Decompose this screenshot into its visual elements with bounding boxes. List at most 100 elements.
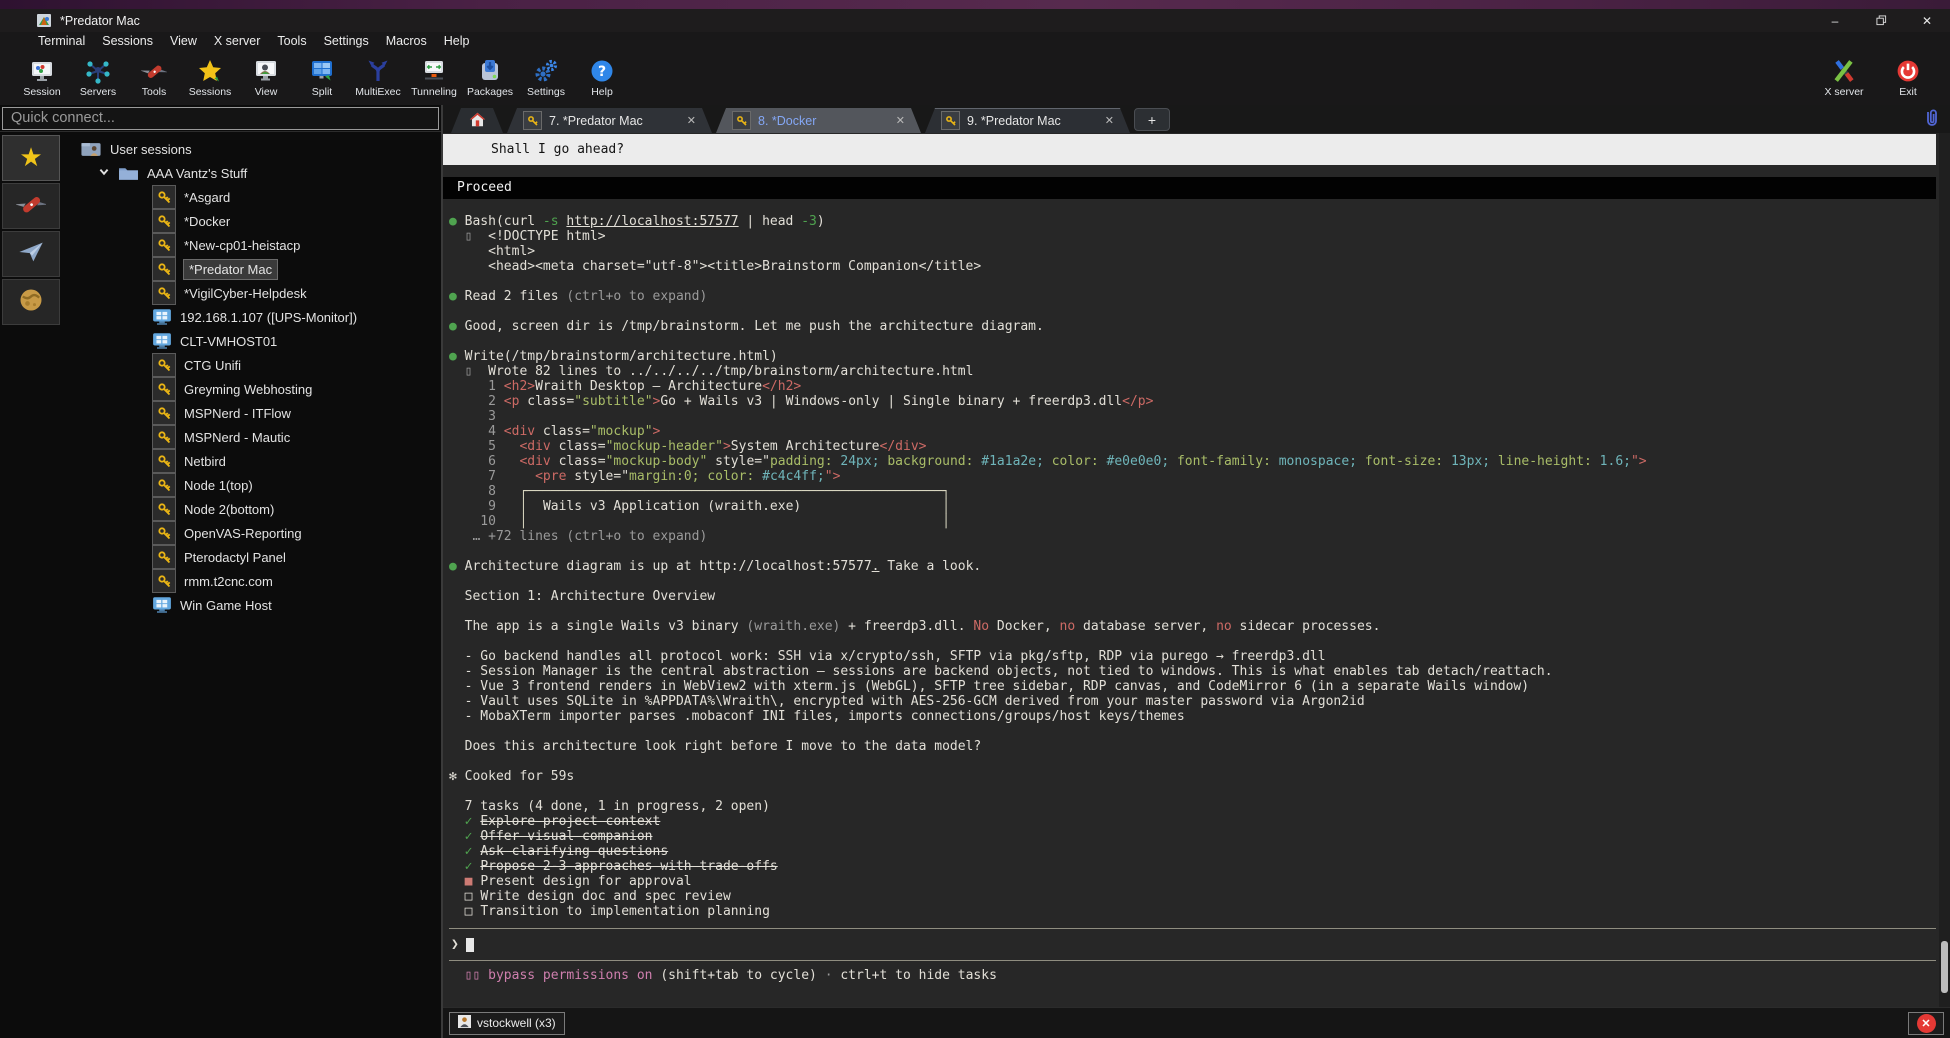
close-session-icon[interactable]: ✕ [1917,1014,1936,1033]
session-item[interactable]: Pterodactyl Panel [62,545,441,569]
session-item-label: OpenVAS-Reporting [184,526,302,541]
sidebar-rail-button[interactable] [2,183,60,229]
toolbar-button-label: Tunneling [411,86,457,98]
menu-item-macros[interactable]: Macros [386,34,427,48]
toolbar-button-x server[interactable]: X server [1816,58,1872,98]
toolbar-button-session[interactable]: Session [14,58,70,98]
toolbar-button-packages[interactable]: Packages [462,58,518,98]
close-icon[interactable]: ✕ [1105,114,1114,127]
minimize-button[interactable]: – [1812,9,1858,32]
terminal-line: 9 │ Wails v3 Application (wraith.exe) │ [449,499,1950,514]
menu-item-terminal[interactable]: Terminal [38,34,85,48]
sftp-plane-icon [17,238,45,271]
toolbar-button-view[interactable]: View [238,58,294,98]
session-item[interactable]: Node 2(bottom) [62,497,441,521]
close-icon[interactable]: ✕ [896,114,905,127]
terminal-tab[interactable]: 9. *Predator Mac✕ [925,108,1130,133]
tools-icon [141,58,168,85]
terminal-line [449,754,1950,769]
session-item[interactable]: rmm.t2cnc.com [62,569,441,593]
terminal-line [449,574,1950,589]
new-tab-button[interactable]: + [1134,108,1170,131]
toolbar-button-label: Settings [527,86,565,98]
tab-bar: 7. *Predator Mac✕8. *Docker✕9. *Predator… [443,105,1950,133]
terminal-line: ▯ Wrote 82 lines to ../../../../tmp/brai… [449,364,1950,379]
toolbar-button-settings[interactable]: Settings [518,58,574,98]
terminal-line: ✻ Cooked for 59s [449,769,1950,784]
session-item[interactable]: Node 1(top) [62,473,441,497]
terminal-line: 2 <p class="subtitle">Go + Wails v3 | Wi… [449,394,1950,409]
menu-item-settings[interactable]: Settings [324,34,369,48]
terminal-tab[interactable]: 7. *Predator Mac✕ [507,108,712,133]
session-item[interactable]: Greyming Webhosting [62,377,441,401]
session-item[interactable]: *New-cp01-heistacp [62,233,441,257]
tree-root-user-sessions[interactable]: User sessions [62,137,441,161]
svg-text:?: ? [598,64,606,80]
ssh-key-icon [152,545,176,569]
terminal-scrollbar[interactable] [1939,133,1950,1007]
session-item[interactable]: *Predator Mac [62,257,441,281]
rdp-monitor-icon [152,308,172,326]
chevron-down-icon[interactable] [98,166,112,181]
terminal-line: ● Read 2 files (ctrl+o to expand) [449,289,1950,304]
session-item[interactable]: *Asgard [62,185,441,209]
menu-item-tools[interactable]: Tools [277,34,306,48]
menu-item-help[interactable]: Help [444,34,470,48]
terminal-screen[interactable]: Shall I go ahead?Proceed● Bash(curl -s h… [443,133,1950,1007]
toolbar-button-help[interactable]: ?Help [574,58,630,98]
session-item[interactable]: *VigilCyber-Helpdesk [62,281,441,305]
ssh-key-icon [152,425,176,449]
session-item-label: CTG Unifi [184,358,241,373]
session-item[interactable]: CLT-VMHOST01 [62,329,441,353]
scrollbar-thumb[interactable] [1941,941,1948,993]
ssh-key-icon [152,353,176,377]
toolbar-button-exit[interactable]: Exit [1880,58,1936,98]
tree-folder[interactable]: AAA Vantz's Stuff [62,161,441,185]
macros-globe-icon [17,286,45,319]
prompt-input-box[interactable]: ❯ [449,928,1936,961]
toolbar-button-tools[interactable]: Tools [126,58,182,98]
toolbar-button-tunneling[interactable]: Tunneling [406,58,462,98]
terminal-line: ▯ <!DOCTYPE html> [449,229,1950,244]
ssh-key-icon [152,401,176,425]
sidebar-rail-button[interactable] [2,231,60,277]
close-session-chip[interactable]: ✕ [1908,1012,1944,1035]
ssh-key-icon [152,209,176,233]
terminal-tab[interactable]: 8. *Docker✕ [716,108,921,133]
servers-icon [85,58,112,85]
terminal-line: 8 ┌─────────────────────────────────────… [449,484,1950,499]
menu-item-view[interactable]: View [170,34,197,48]
toolbar-button-multiexec[interactable]: MultiExec [350,58,406,98]
toolbar-button-sessions[interactable]: Sessions [182,58,238,98]
prompt-chevron: ❯ [451,937,459,952]
session-item[interactable]: MSPNerd - ITFlow [62,401,441,425]
toolbar-button-servers[interactable]: Servers [70,58,126,98]
session-item[interactable]: Netbird [62,449,441,473]
session-item[interactable]: *Docker [62,209,441,233]
ssh-key-icon [941,111,960,130]
menu-item-x-server[interactable]: X server [214,34,261,48]
session-item[interactable]: OpenVAS-Reporting [62,521,441,545]
session-item[interactable]: MSPNerd - Mautic [62,425,441,449]
restore-button[interactable] [1858,9,1904,32]
session-item[interactable]: Win Game Host [62,593,441,617]
quick-connect-input[interactable]: Quick connect... [2,107,439,130]
close-button[interactable]: ✕ [1904,9,1950,32]
menu-item-sessions[interactable]: Sessions [102,34,153,48]
ssh-key-icon [732,111,751,130]
toolbar-button-split[interactable]: Split [294,58,350,98]
terminal-line: - Session Manager is the central abstrac… [449,664,1950,679]
session-item-label: *VigilCyber-Helpdesk [184,286,307,301]
rdp-monitor-icon [152,332,172,350]
paperclip-icon[interactable] [1922,108,1942,128]
user-session-chip[interactable]: vstockwell (x3) [449,1012,565,1035]
session-item[interactable]: CTG Unifi [62,353,441,377]
sidebar-rail-button[interactable]: ★ [2,135,60,181]
terminal-line: <html> [449,244,1950,259]
sidebar-rail-button[interactable] [2,279,60,325]
session-item[interactable]: 192.168.1.107 ([UPS-Monitor]) [62,305,441,329]
close-icon[interactable]: ✕ [687,114,696,127]
ssh-key-icon [152,521,176,545]
tab-home[interactable] [451,108,503,133]
sidebar: Quick connect... ★ User sessions AAA Van… [0,105,443,1038]
